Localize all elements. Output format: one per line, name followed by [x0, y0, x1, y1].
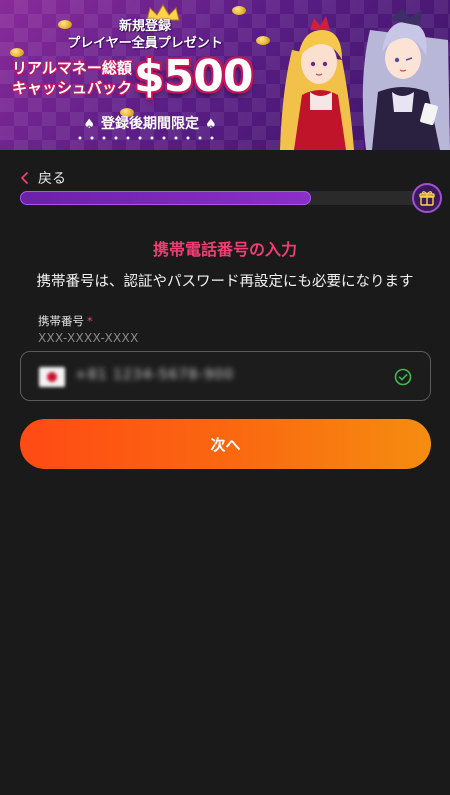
coin-decoration — [232, 6, 246, 15]
banner-headline-line2: プレイヤー全員プレゼント — [67, 36, 223, 51]
phone-format-hint: XXX-XXXX-XXXX — [38, 331, 139, 345]
next-button-label: 次へ — [210, 435, 241, 454]
banner-money-text: リアルマネー総額 キャッシュバック — [12, 58, 142, 98]
banner-headline: 新規登録 プレイヤー全員プレゼント — [40, 18, 250, 52]
phone-label-text: 携帯番号 — [38, 314, 84, 328]
gift-icon[interactable] — [412, 183, 442, 213]
registration-progress-bar — [20, 191, 430, 205]
dots-decoration — [78, 136, 214, 140]
banner-money-line2: キャッシュバック — [12, 79, 133, 97]
phone-input[interactable]: +81 1234-5678-900 — [20, 351, 431, 401]
progress-fill — [20, 191, 312, 205]
page-subtitle: 携帯番号は、認証やパスワード再設定にも必要になります — [36, 274, 414, 290]
banner-headline-line1: 新規登録 — [118, 19, 171, 34]
banner-amount: $500 — [134, 51, 253, 102]
back-button[interactable]: 戻る — [20, 168, 66, 188]
next-button[interactable]: 次へ — [20, 419, 431, 469]
phone-input-value[interactable]: +81 1234-5678-900 — [75, 367, 234, 383]
japan-flag-icon[interactable] — [39, 367, 65, 387]
banner-money-line1: リアルマネー総額 — [12, 59, 132, 77]
check-circle-icon — [394, 368, 412, 386]
required-mark: * — [87, 314, 93, 328]
chevron-left-icon — [20, 170, 34, 186]
banner-limited: ♠ 登録後期間限定 ♠ — [30, 114, 270, 135]
spade-icon: ♠ — [205, 117, 217, 132]
phone-field-label: 携帯番号 * — [38, 313, 93, 329]
banner-limited-label: 登録後期間限定 — [101, 116, 199, 132]
promo-banner[interactable]: 新規登録 プレイヤー全員プレゼント リアルマネー総額 キャッシュバック $500… — [0, 0, 450, 150]
coin-decoration — [10, 48, 24, 57]
back-label: 戻る — [38, 171, 66, 187]
page-title: 携帯電話番号の入力 — [152, 240, 297, 259]
spade-icon: ♠ — [83, 117, 95, 132]
banner-characters-illustration — [280, 8, 450, 150]
